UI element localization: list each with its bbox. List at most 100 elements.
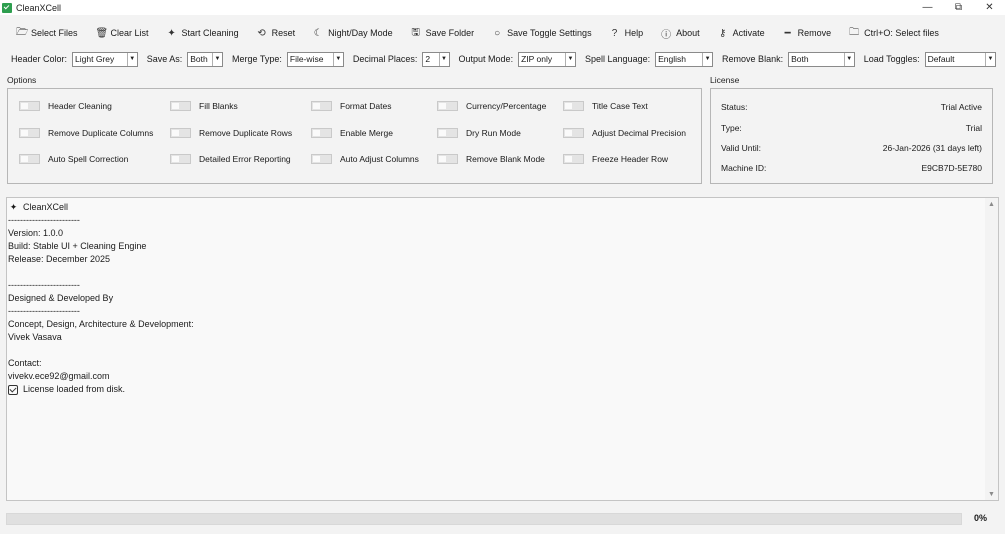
main-toolbar: 🗁 Select Files 🗑 Clear List ✦ Start Cleanin… <box>0 24 1005 42</box>
question-icon: ? <box>611 27 618 39</box>
toggle-adjust-decimal-precision[interactable]: Adjust Decimal Precision <box>563 128 686 138</box>
toolbar-button-label: Select Files <box>31 28 78 38</box>
toggle-switch[interactable] <box>170 128 191 138</box>
start-cleaning-button[interactable]: ✦ Start Cleaning <box>167 25 239 41</box>
toggle-remove-duplicate-columns[interactable]: Remove Duplicate Columns <box>19 128 153 138</box>
toggle-enable-merge[interactable]: Enable Merge <box>311 128 393 138</box>
scroll-down-icon[interactable]: ▼ <box>985 488 998 500</box>
reset-button[interactable]: ⟲ Reset <box>257 25 295 41</box>
toggle-switch[interactable] <box>19 154 40 164</box>
toggle-label: Dry Run Mode <box>466 128 521 138</box>
toolbar-button-label: Night/Day Mode <box>328 28 393 38</box>
save-icon: 🖫 <box>411 26 420 38</box>
close-button[interactable]: ✕ <box>974 0 1005 15</box>
remove-button[interactable]: ━ Remove <box>783 25 832 41</box>
save-toggle-settings-button[interactable]: ○ Save Toggle Settings <box>492 25 591 41</box>
progress-percent: 0% <box>974 513 988 523</box>
toggle-switch[interactable] <box>563 154 584 164</box>
night-day-mode-button[interactable]: ☾ Night/Day Mode <box>313 25 393 41</box>
toggle-freeze-header-row[interactable]: Freeze Header Row <box>563 154 668 164</box>
remove-blank-select[interactable]: Both ▼ <box>788 51 855 67</box>
license-key: Status: <box>721 102 748 112</box>
toggle-currency-percentage[interactable]: Currency/Percentage <box>437 101 546 111</box>
log-line: Version: 1.0.0 <box>8 228 64 238</box>
toolbar-button-label: Save Toggle Settings <box>507 28 592 38</box>
toggle-label: Adjust Decimal Precision <box>592 128 687 138</box>
select-value: Both <box>791 54 809 64</box>
toggle-switch[interactable] <box>311 101 332 111</box>
toggle-label: Header Cleaning <box>48 101 112 111</box>
decimal-places-label: Decimal Places: <box>352 54 418 64</box>
toggle-switch[interactable] <box>563 101 584 111</box>
toggle-switch[interactable] <box>19 128 40 138</box>
toggle-switch[interactable] <box>437 101 458 111</box>
select-files-button[interactable]: 🗁 Select Files <box>16 25 78 41</box>
toggle-title-case-text[interactable]: Title Case Text <box>563 101 648 111</box>
toggle-detailed-error-reporting[interactable]: Detailed Error Reporting <box>170 154 291 164</box>
toggle-switch[interactable] <box>311 128 332 138</box>
toggle-switch[interactable] <box>437 128 458 138</box>
merge-type-select[interactable]: File-wise ▼ <box>286 51 344 67</box>
toolbar-button-label: About <box>676 28 700 38</box>
about-button[interactable]: ⓘ About <box>661 25 700 41</box>
activate-button[interactable]: ⚷ Activate <box>718 25 765 41</box>
toggle-dry-run-mode[interactable]: Dry Run Mode <box>437 128 521 138</box>
toggle-label: Remove Duplicate Rows <box>199 128 293 138</box>
key-icon: ⚷ <box>718 27 727 39</box>
chevron-down-icon: ▼ <box>985 52 995 66</box>
toggle-switch[interactable] <box>563 128 584 138</box>
app-logo-icon <box>2 2 12 13</box>
select-value: 2 <box>425 54 431 64</box>
license-valid-until-row: Valid Until: 26-Jan-2026 (31 days left) <box>721 143 982 153</box>
merge-type-label: Merge Type: <box>232 54 282 64</box>
toggle-label: Remove Duplicate Columns <box>48 128 154 138</box>
toggle-header-cleaning[interactable]: Header Cleaning <box>19 101 112 111</box>
log-line: ------------------------ <box>8 215 80 225</box>
toggle-label: Format Dates <box>340 101 392 111</box>
toggle-switch[interactable] <box>19 101 40 111</box>
log-lines: ✦ CleanXCell ------------------------ Ver… <box>8 201 983 396</box>
toggle-switch[interactable] <box>170 154 191 164</box>
decimal-places-select[interactable]: 2 ▼ <box>422 51 450 67</box>
license-key: Machine ID: <box>721 163 767 173</box>
help-button[interactable]: ? Help <box>610 25 643 41</box>
log-console[interactable]: ✦ CleanXCell ------------------------ Ver… <box>6 197 999 501</box>
ctrl-o-select-files-button[interactable]: 🗀 Ctrl+O: Select files <box>849 25 939 41</box>
load-toggles-select[interactable]: Default ▼ <box>924 51 997 67</box>
minimize-button[interactable]: — <box>912 0 943 15</box>
trash-icon: 🗑 <box>95 27 109 39</box>
log-line: License loaded from disk. <box>8 383 983 396</box>
toggle-label: Title Case Text <box>592 101 648 111</box>
toggle-auto-spell-correction[interactable]: Auto Spell Correction <box>19 154 128 164</box>
select-value: File-wise <box>289 54 324 64</box>
restore-button[interactable]: ⧉ <box>943 0 974 15</box>
toggle-remove-duplicate-rows[interactable]: Remove Duplicate Rows <box>170 128 292 138</box>
toggle-remove-blank-mode[interactable]: Remove Blank Mode <box>437 154 545 164</box>
toggle-fill-blanks[interactable]: Fill Blanks <box>170 101 238 111</box>
log-scrollbar[interactable]: ▲ ▼ <box>985 198 998 500</box>
scroll-up-icon[interactable]: ▲ <box>985 198 998 210</box>
save-as-label: Save As: <box>146 54 183 64</box>
reset-icon: ⟲ <box>257 27 266 39</box>
log-line: Build: Stable UI + Cleaning Engine <box>8 241 147 251</box>
license-key: Valid Until: <box>721 143 761 153</box>
header-color-select[interactable]: Light Grey ▼ <box>72 51 138 67</box>
toggle-auto-adjust-columns[interactable]: Auto Adjust Columns <box>311 154 419 164</box>
progress-bar <box>6 513 962 525</box>
save-as-select[interactable]: Both ▼ <box>187 51 224 67</box>
toolbar-button-label: Activate <box>732 28 765 38</box>
save-folder-button[interactable]: 🖫 Save Folder <box>411 25 474 41</box>
window-title: CleanXCell <box>16 2 62 13</box>
toggle-switch[interactable] <box>437 154 458 164</box>
toggle-switch[interactable] <box>170 101 191 111</box>
toggle-format-dates[interactable]: Format Dates <box>311 101 392 111</box>
spell-language-select[interactable]: English ▼ <box>655 51 714 67</box>
toolbar-button-label: Ctrl+O: Select files <box>864 28 939 38</box>
toggle-switch[interactable] <box>311 154 332 164</box>
output-mode-select[interactable]: ZIP only ▼ <box>518 51 577 67</box>
toolbar-button-label: Start Cleaning <box>181 28 239 38</box>
folder-open-icon: 🗁 <box>16 26 29 38</box>
clear-list-button[interactable]: 🗑 Clear List <box>96 25 149 41</box>
